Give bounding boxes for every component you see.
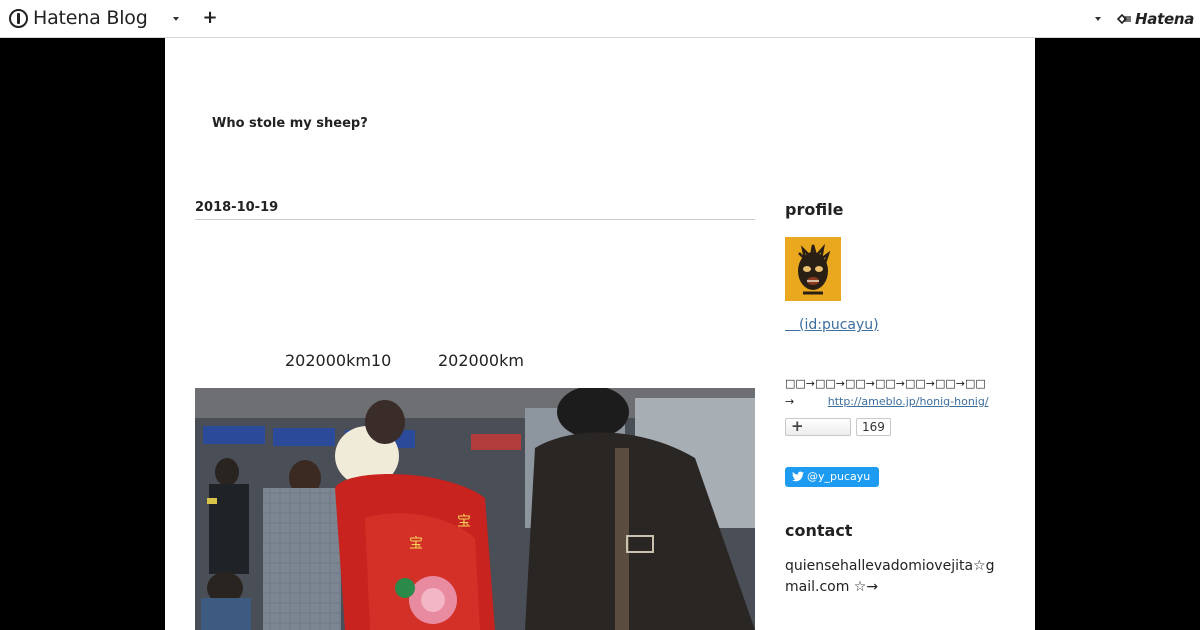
chevron-down-icon [1095, 17, 1101, 21]
plus-icon: + [791, 417, 804, 435]
profile-id-link[interactable]: (id:pucayu) [785, 314, 879, 334]
entry-text-part: 202000km10 [285, 351, 392, 370]
contact-heading: contact [785, 521, 853, 540]
blog-title[interactable]: Who stole my sheep? [212, 116, 368, 131]
user-menu-dropdown[interactable] [1089, 10, 1107, 28]
hatena-blog-logo[interactable]: Hatena Blog [9, 7, 148, 29]
logo-text: Hatena Blog [33, 7, 148, 29]
blog-menu-dropdown[interactable] [167, 10, 185, 28]
svg-text:宝: 宝 [409, 536, 423, 552]
twitter-bird-icon [792, 471, 804, 482]
hatena-brand-link[interactable]: Hatena [1117, 10, 1194, 28]
entry-text-part: 202000km [438, 351, 524, 370]
entry-photo: 宝 宝 [195, 388, 755, 630]
profile-description: □□→□□→□□→□□→□□→□□→□□ → http://ameblo.jp/… [785, 375, 989, 411]
chevron-down-icon [173, 17, 179, 21]
blog-container: Who stole my sheep? 2018-10-19 202000km1… [165, 38, 1035, 630]
twitter-handle: @y_pucayu [807, 470, 871, 483]
subscriber-count: 169 [856, 418, 891, 436]
profile-avatar[interactable] [785, 237, 841, 301]
profile-arrow: → [785, 395, 795, 408]
svg-text:宝: 宝 [457, 514, 471, 530]
new-post-button[interactable]: + [201, 8, 219, 28]
twitter-follow-button[interactable]: @y_pucayu [785, 467, 879, 487]
hatena-logo-icon [9, 8, 28, 28]
entry-date[interactable]: 2018-10-19 [195, 200, 755, 220]
hatena-brand-text: Hatena [1135, 10, 1195, 28]
subscribe-button[interactable]: + [785, 417, 851, 436]
contact-text: quiensehallevadomiovejita☆gmail.com ☆→ [785, 558, 995, 595]
hatena-brand-icon [1117, 13, 1131, 25]
profile-heading: profile [785, 200, 844, 219]
profile-url-link[interactable]: http://ameblo.jp/honig-honig/ [828, 395, 989, 408]
global-header: Hatena Blog + Hatena [0, 0, 1200, 38]
profile-desc-line: □□→□□→□□→□□→□□→□□→□□ [785, 377, 986, 390]
